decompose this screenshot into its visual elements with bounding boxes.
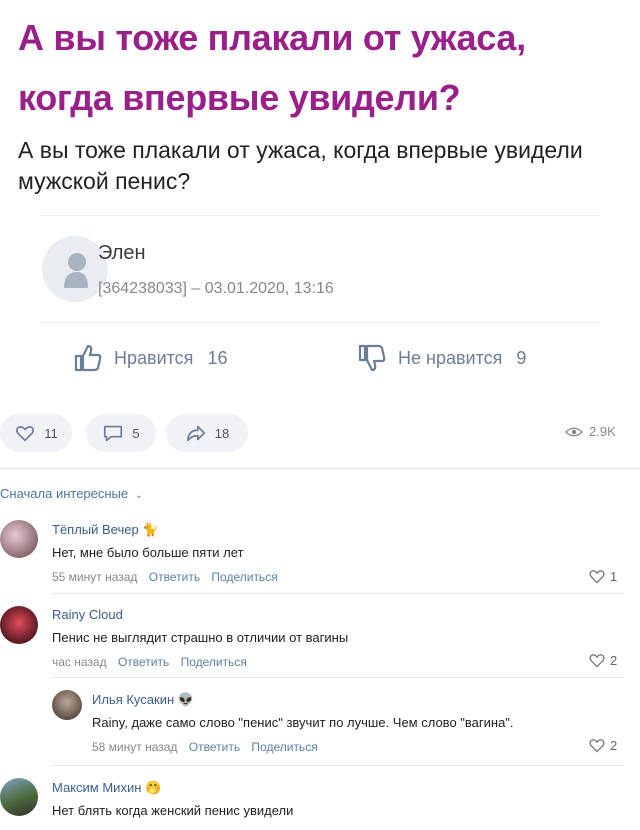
comment-time: 55 минут назад [52,570,138,584]
share-button[interactable]: Поделиться [251,740,317,754]
sort-label: Сначала интересные [0,486,129,501]
heart-icon [589,739,605,753]
reply-button[interactable]: Ответить [189,740,240,754]
divider [52,765,624,766]
thumbs-down-icon [358,344,386,372]
comment-author[interactable]: Максим Михин 🤭 [52,780,161,796]
views-count: 2.9K [589,424,616,439]
like-label: Нравится [114,347,194,368]
share-arrow-icon [186,425,205,442]
comment-time: 58 минут назад [92,740,178,754]
author-name[interactable]: Элен [98,242,146,265]
shares-count: 18 [214,425,230,441]
thumbs-up-icon [74,344,102,372]
author-block: Элен [364238033] – 03.01.2020, 13:16 [42,236,602,306]
avatar[interactable] [0,778,38,816]
like-button[interactable]: Нравится 16 [72,340,227,376]
heart-icon [16,426,35,442]
reply-button[interactable]: Ответить [149,570,200,584]
comments-count: 5 [132,425,140,441]
share-action-button[interactable]: 18 [166,414,248,452]
post-title: А вы тоже плакали от ужаса, когда впервы… [18,17,526,118]
post-question: А вы тоже плакали от ужаса, когда впервы… [18,137,583,194]
section-divider [0,468,640,469]
like-count: 16 [207,347,228,368]
comment-author[interactable]: Илья Кусакин 👽 [92,692,194,708]
author-meta: [364238033] – 03.01.2020, 13:16 [98,280,334,297]
comment-like-count: 2 [610,652,618,668]
comment-like-button[interactable]: 2 [588,737,617,753]
heart-icon [589,654,605,668]
comment-like-button[interactable]: 2 [588,652,617,668]
comment-icon [104,425,123,442]
chevron-down-icon: ⌄ [134,490,144,501]
comment-meta: час назад Ответить Поделиться [52,655,255,669]
avatar[interactable] [0,520,38,558]
likes-count: 11 [44,425,58,441]
views-counter: 2.9K [565,424,616,439]
divider [40,215,600,216]
heart-icon [589,570,605,584]
dislike-label: Не нравится [398,347,503,368]
eye-icon [565,427,583,436]
comment-text: Rainy, даже само слово "пенис" звучит по… [92,715,514,730]
dislike-count: 9 [516,347,527,368]
comment-text: Нет, мне было больше пяти лет [52,545,244,560]
comment-sort-dropdown[interactable]: Сначала интересные ⌄ [0,486,143,501]
comment-author[interactable]: Тёплый Вечер 🐈 [52,522,159,538]
comment-like-count: 1 [610,568,618,584]
comment-like-count: 2 [610,737,618,753]
dislike-button[interactable]: Не нравится 9 [356,340,526,376]
comment-text: Нет блять когда женский пенис увидели [52,803,294,818]
comment-author[interactable]: Rainy Cloud [52,607,123,622]
comment-meta: 55 минут назад Ответить Поделиться [52,570,286,584]
like-action-button[interactable]: 11 [0,414,72,452]
avatar[interactable] [0,606,38,644]
avatar[interactable] [52,690,82,720]
share-button[interactable]: Поделиться [181,655,247,669]
divider [52,677,624,678]
reply-button[interactable]: Ответить [118,655,169,669]
comment-time: час назад [52,655,107,669]
share-button[interactable]: Поделиться [211,570,277,584]
comment-meta: 58 минут назад Ответить Поделиться [92,740,326,754]
comment-action-button[interactable]: 5 [86,414,156,452]
divider [40,322,600,323]
comment-text: Пенис не выглядит страшно в отличии от в… [52,630,349,645]
divider [52,593,624,594]
comment-like-button[interactable]: 1 [588,568,617,584]
